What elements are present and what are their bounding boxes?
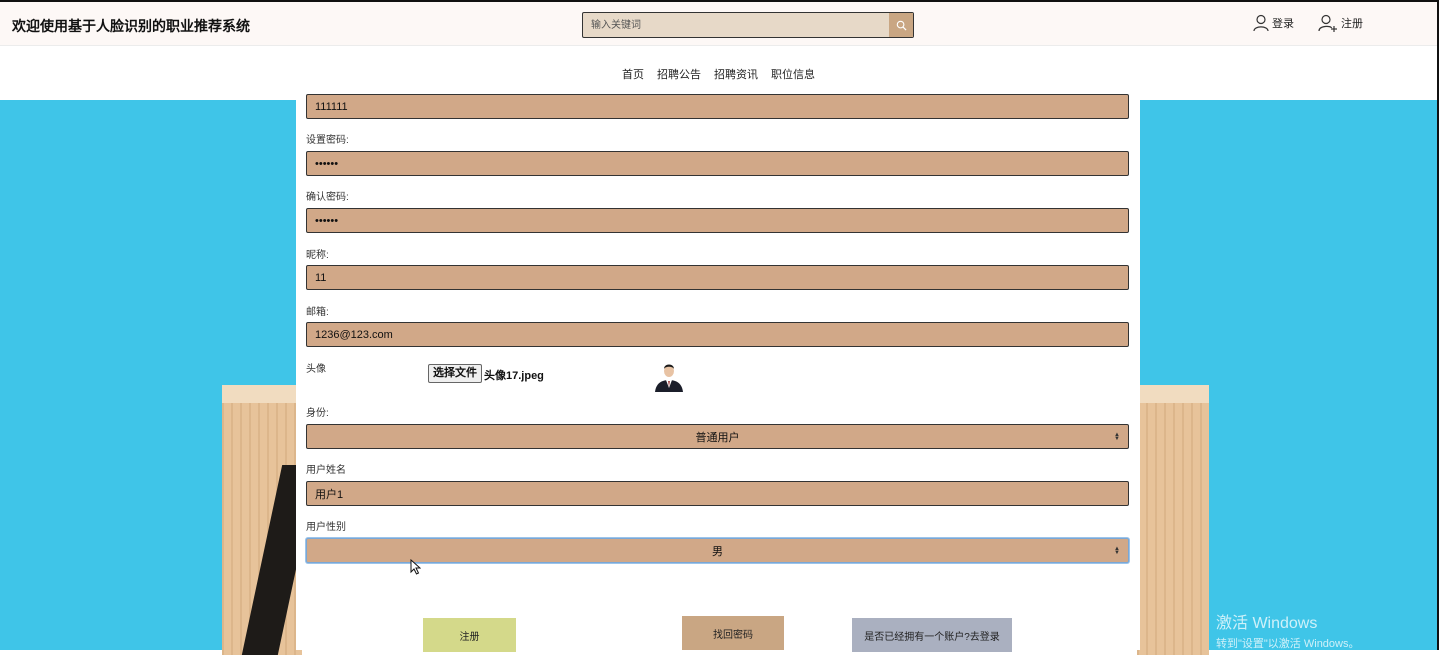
nickname-field[interactable]: 11 — [306, 265, 1129, 290]
nav-recruit-news[interactable]: 招聘资讯 — [714, 66, 758, 82]
name-field[interactable]: 用户1 — [306, 481, 1129, 506]
wood-block-right — [1137, 385, 1209, 655]
confirm-password-field[interactable]: •••••• — [306, 208, 1129, 233]
avatar-label: 头像 — [306, 364, 326, 375]
file-name: 头像17.jpeg — [484, 370, 544, 382]
register-form-panel: 111111 设置密码: •••••• 确认密码: •••••• 昵称: 11 … — [296, 94, 1140, 652]
password-field[interactable]: •••••• — [306, 151, 1129, 176]
register-link[interactable]: 注册 — [1318, 14, 1363, 32]
user-plus-icon — [1318, 14, 1337, 32]
gender-label: 用户性别 — [306, 522, 346, 533]
confirm-password-label: 确认密码: — [306, 192, 349, 203]
email-label: 邮箱: — [306, 307, 329, 318]
role-select-value: 普通用户 — [695, 431, 740, 444]
nav-job-info[interactable]: 职位信息 — [771, 66, 815, 82]
site-title: 欢迎使用基于人脸识别的职业推荐系统 — [12, 18, 250, 34]
register-label: 注册 — [1341, 18, 1363, 30]
watermark-line1: 激活 Windows — [1216, 615, 1318, 632]
search-icon — [896, 20, 907, 31]
name-label: 用户姓名 — [306, 465, 346, 476]
windows-activation-watermark: 激活 Windows 转到"设置"以激活 Windows。 — [1216, 609, 1360, 651]
email-field[interactable]: 1236@123.com — [306, 322, 1129, 347]
caret-icon: ▲ ▼ — [1114, 546, 1120, 556]
register-button[interactable]: 注册 — [423, 618, 516, 652]
nickname-label: 昵称: — [306, 250, 329, 261]
caret-icon: ▲ ▼ — [1114, 432, 1120, 442]
avatar-preview — [652, 358, 686, 392]
gender-select[interactable]: 男 ▲ ▼ — [306, 538, 1129, 563]
choose-file-button[interactable]: 选择文件 — [428, 364, 482, 383]
password-label: 设置密码: — [306, 135, 349, 146]
main-nav: 首页 招聘公告 招聘资讯 职位信息 — [622, 66, 815, 82]
account-field[interactable]: 111111 — [306, 94, 1129, 119]
top-header: 欢迎使用基于人脸识别的职业推荐系统 登录 注册 — [0, 0, 1439, 46]
role-label: 身份: — [306, 408, 329, 419]
wood-block-left-top — [222, 385, 302, 403]
login-label: 登录 — [1272, 18, 1294, 30]
user-icon — [1253, 14, 1269, 32]
gender-select-value: 男 — [712, 545, 723, 558]
search-box — [582, 12, 914, 38]
mouse-cursor-icon — [410, 559, 421, 575]
login-link[interactable]: 登录 — [1253, 14, 1294, 32]
role-select[interactable]: 普通用户 ▲ ▼ — [306, 424, 1129, 449]
watermark-line2: 转到"设置"以激活 Windows。 — [1216, 638, 1360, 650]
nav-bar: 首页 招聘公告 招聘资讯 职位信息 — [0, 46, 1439, 100]
nav-home[interactable]: 首页 — [622, 66, 644, 82]
nav-recruit-announcement[interactable]: 招聘公告 — [657, 66, 701, 82]
wood-block-right-top — [1137, 385, 1209, 403]
search-button[interactable] — [889, 13, 913, 37]
go-login-button[interactable]: 是否已经拥有一个账户?去登录 — [852, 618, 1012, 652]
search-input[interactable] — [583, 13, 889, 37]
forgot-password-button[interactable]: 找回密码 — [682, 616, 784, 650]
